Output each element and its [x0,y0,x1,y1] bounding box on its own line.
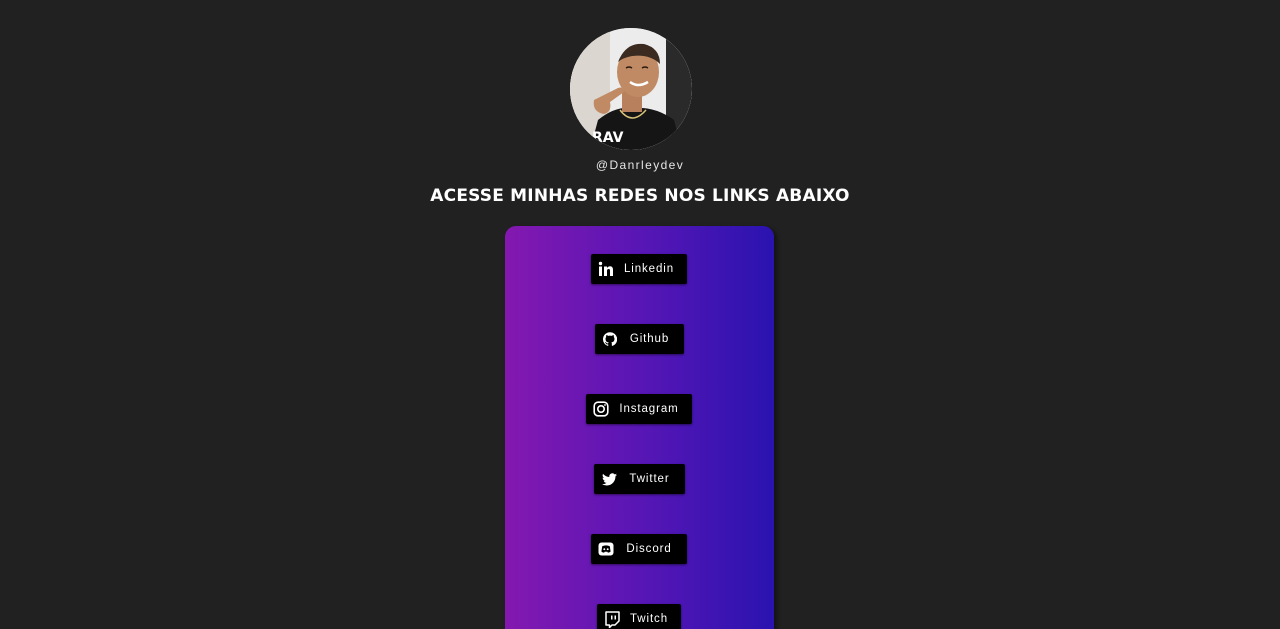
github-link-button[interactable]: Github [595,324,684,354]
linkedin-link-button[interactable]: Linkedin [591,254,687,284]
discord-link-label: Discord [626,543,672,555]
twitch-link-label: Twitch [630,613,668,625]
instagram-icon [592,400,610,418]
page-title: ACESSE MINHAS REDES NOS LINKS ABAIXO [430,186,850,206]
linkedin-link-label: Linkedin [623,263,675,275]
instagram-link-label: Instagram [619,403,679,415]
twitter-icon [600,470,618,488]
twitter-link-label: Twitter [629,473,670,485]
discord-icon [597,540,615,558]
page: RAV @Danrleydev ACESSE MINHAS REDES NOS … [0,0,1280,629]
discord-link-button[interactable]: Discord [591,534,687,564]
github-link-label: Github [629,333,670,345]
avatar: RAV [570,28,692,150]
svg-text:RAV: RAV [592,130,624,146]
links-card: Linkedin Github Instagram Twitter Discor… [505,226,774,629]
github-icon [601,330,619,348]
linkedin-icon [597,260,615,278]
instagram-link-button[interactable]: Instagram [586,394,692,424]
profile-handle: @Danrleydev [595,158,685,172]
avatar-photo: RAV [570,28,692,150]
twitter-link-button[interactable]: Twitter [594,464,685,494]
twitch-link-button[interactable]: Twitch [597,604,681,629]
twitch-icon [603,610,621,628]
